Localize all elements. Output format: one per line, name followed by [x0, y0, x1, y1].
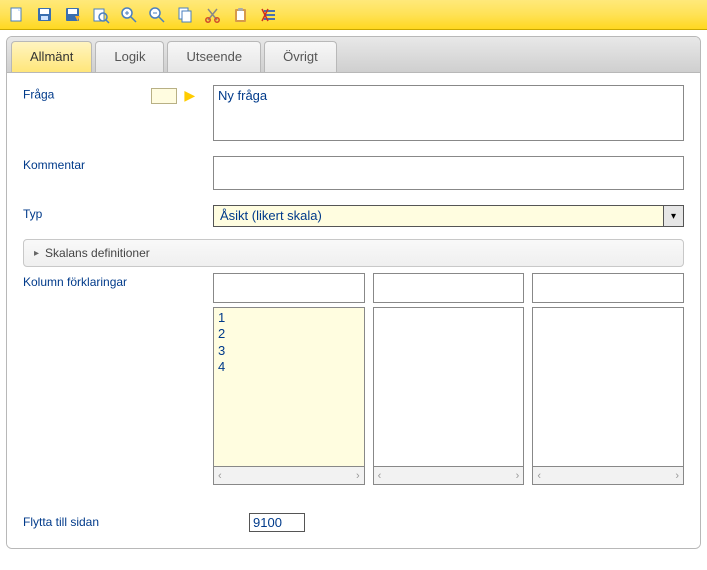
cut-icon[interactable]: [200, 2, 226, 28]
zoom-out-icon[interactable]: [144, 2, 170, 28]
tab-row: Allmänt Logik Utseende Övrigt: [7, 37, 700, 73]
col3-header-input[interactable]: [532, 273, 684, 303]
typ-value: Åsikt (likert skala): [214, 206, 663, 226]
list-item[interactable]: 4: [218, 359, 360, 375]
col1-list[interactable]: 1 2 3 4: [213, 307, 365, 467]
new-icon[interactable]: [4, 2, 30, 28]
toolbar: [0, 0, 707, 30]
col2-list[interactable]: [373, 307, 525, 467]
find-icon[interactable]: [88, 2, 114, 28]
kolumn-label: Kolumn förklaringar: [23, 273, 213, 289]
copy-icon[interactable]: [172, 2, 198, 28]
save-icon[interactable]: [32, 2, 58, 28]
kommentar-input[interactable]: [213, 156, 684, 190]
list-item[interactable]: 1: [218, 310, 360, 326]
typ-select[interactable]: Åsikt (likert skala) ▾: [213, 205, 684, 227]
chevron-down-icon[interactable]: ▾: [663, 206, 683, 226]
col2-header-input[interactable]: [373, 273, 525, 303]
clear-format-icon[interactable]: [256, 2, 282, 28]
col3-list[interactable]: [532, 307, 684, 467]
flytta-label: Flytta till sidan: [23, 513, 249, 529]
tab-container: Allmänt Logik Utseende Övrigt Fråga ▶ Ko…: [6, 36, 701, 549]
tab-logik[interactable]: Logik: [95, 41, 164, 72]
save-as-icon[interactable]: [60, 2, 86, 28]
color-chip[interactable]: [151, 88, 177, 104]
tab-ovrigt[interactable]: Övrigt: [264, 41, 337, 72]
skalans-label: Skalans definitioner: [45, 246, 150, 260]
col2-hscroll[interactable]: ‹›: [373, 467, 525, 485]
tab-allmant[interactable]: Allmänt: [11, 41, 92, 72]
zoom-in-icon[interactable]: [116, 2, 142, 28]
skalans-accordion[interactable]: ▸ Skalans definitioner: [23, 239, 684, 267]
fraga-input[interactable]: [213, 85, 684, 141]
col1-header-input[interactable]: [213, 273, 365, 303]
kommentar-label: Kommentar: [23, 156, 213, 172]
col3-hscroll[interactable]: ‹›: [532, 467, 684, 485]
col1-hscroll[interactable]: ‹›: [213, 467, 365, 485]
typ-label: Typ: [23, 205, 213, 221]
arrow-right-icon[interactable]: ▶: [184, 87, 195, 104]
paste-icon[interactable]: [228, 2, 254, 28]
tab-body: Fråga ▶ Kommentar Typ Åsikt (likert skal…: [7, 73, 700, 548]
tab-utseende[interactable]: Utseende: [167, 41, 261, 72]
fraga-label: Fråga: [23, 88, 54, 102]
list-item[interactable]: 3: [218, 343, 360, 359]
list-item[interactable]: 2: [218, 326, 360, 342]
caret-right-icon: ▸: [34, 248, 39, 259]
flytta-input[interactable]: [249, 513, 305, 532]
